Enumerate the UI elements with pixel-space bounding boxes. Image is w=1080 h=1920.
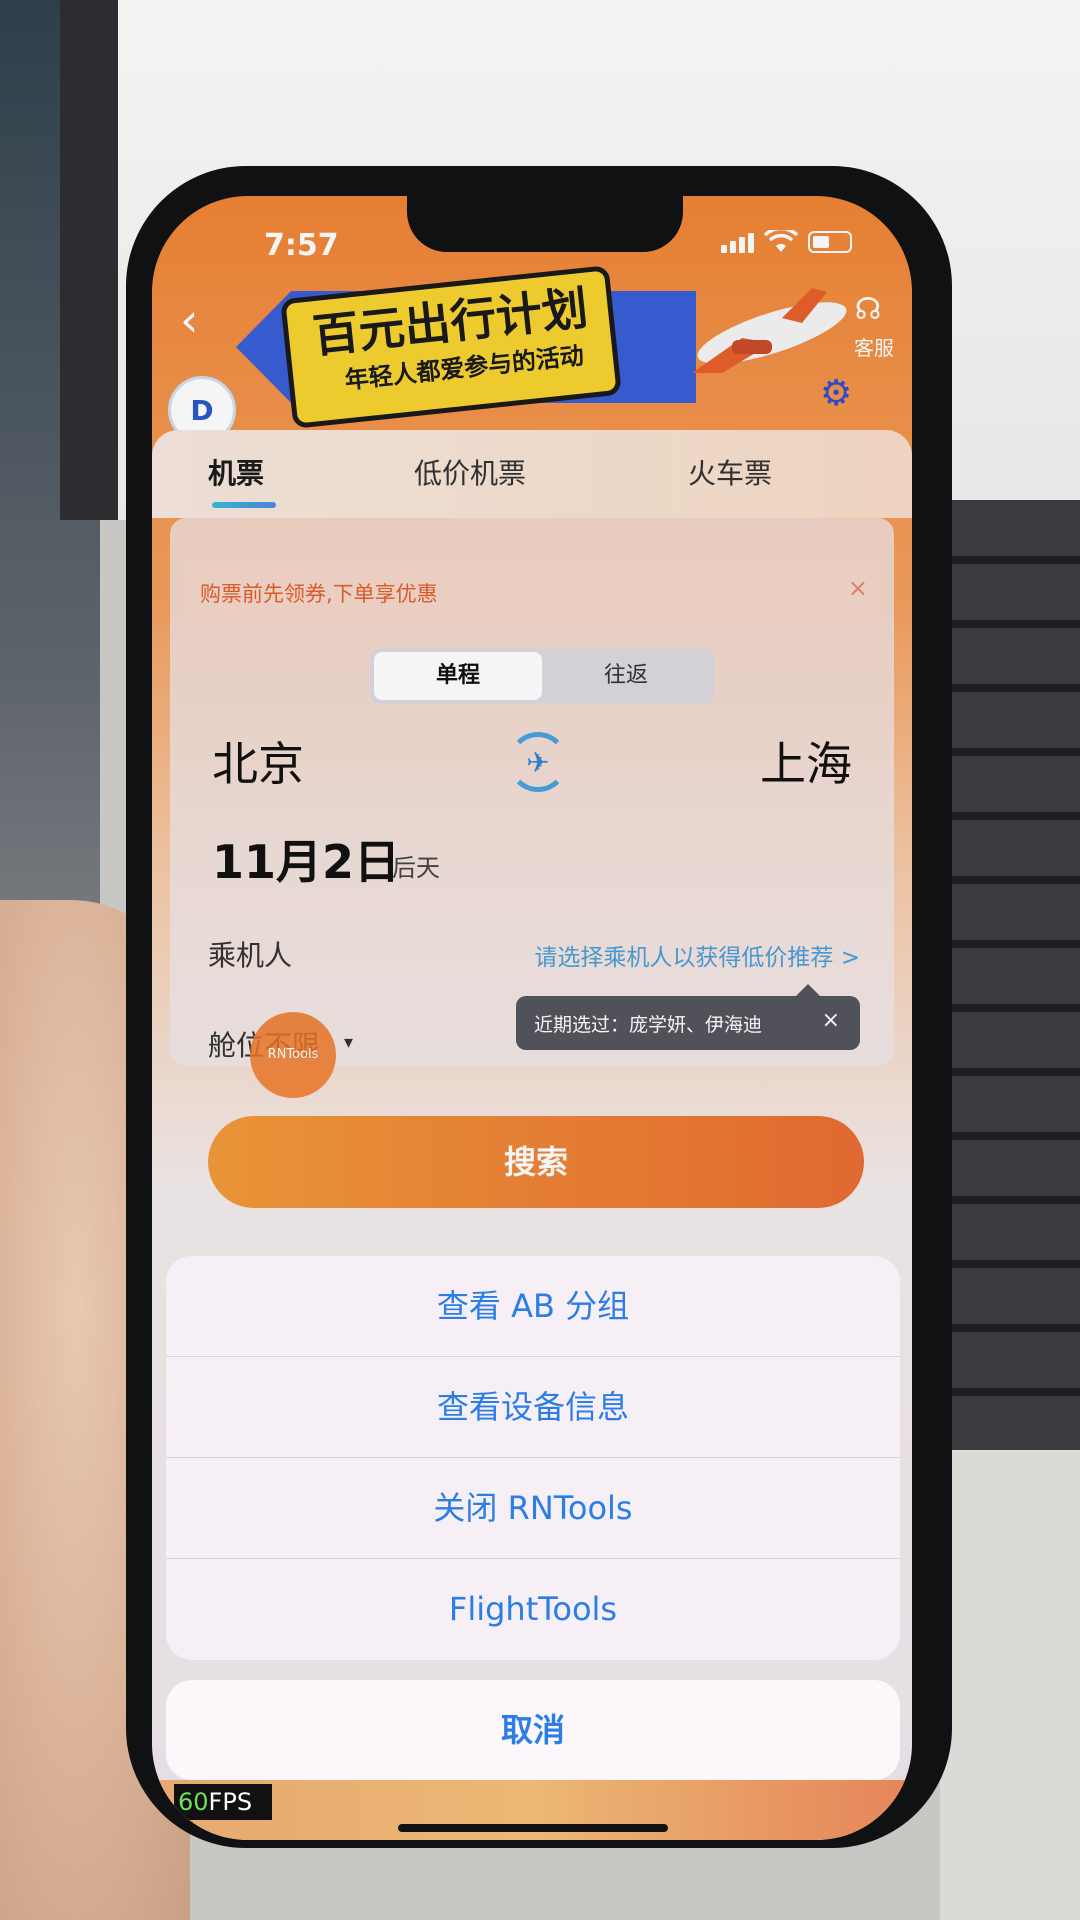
fps-value: 60 xyxy=(178,1788,209,1816)
background-keyboard xyxy=(940,500,1080,1500)
action-sheet: 查看 AB 分组 查看设备信息 关闭 RNTools FlightTools xyxy=(166,1256,900,1660)
action-view-ab-groups[interactable]: 查看 AB 分组 xyxy=(166,1256,900,1357)
fps-unit: FPS xyxy=(208,1788,253,1816)
action-flighttools[interactable]: FlightTools xyxy=(166,1559,900,1660)
home-indicator[interactable] xyxy=(398,1824,668,1832)
phone-screen: 7:57 ‹ 百元出行计划 年轻人都爱参与的活动 ☊ 客服 ⚙ D 机票 低价机… xyxy=(152,196,912,1840)
action-view-device-info[interactable]: 查看设备信息 xyxy=(166,1357,900,1458)
action-close-rntools[interactable]: 关闭 RNTools xyxy=(166,1458,900,1559)
notch xyxy=(407,196,683,252)
fps-counter: 60FPS xyxy=(174,1784,272,1820)
action-sheet-cancel-button[interactable]: 取消 xyxy=(166,1680,900,1780)
background-monitor-bezel xyxy=(60,0,118,520)
background-desk xyxy=(940,1450,1080,1920)
